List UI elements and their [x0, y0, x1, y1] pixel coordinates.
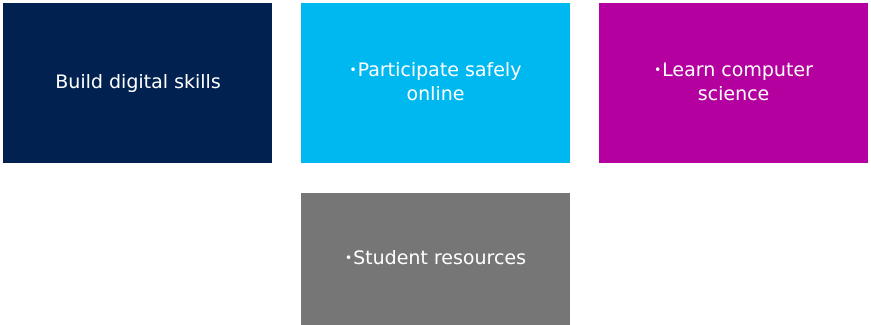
tile-label: •Participate safely online: [333, 59, 538, 107]
tile-text: Participate safely online: [357, 59, 522, 105]
tile-label: Build digital skills: [54, 71, 220, 95]
tile-text: Student resources: [353, 247, 526, 270]
bullet-icon: •: [349, 63, 357, 78]
tile-student-resources[interactable]: •Student resources: [301, 193, 570, 325]
bullet-icon: •: [345, 251, 353, 266]
tile-participate-safely-online[interactable]: •Participate safely online: [301, 3, 570, 163]
tile-text: Learn computer science: [662, 59, 813, 105]
tile-label: •Student resources: [345, 247, 526, 271]
bullet-icon: •: [654, 63, 662, 78]
tile-learn-computer-science[interactable]: •Learn computer science: [599, 3, 868, 163]
tile-label: •Learn computer science: [645, 59, 822, 107]
tile-build-digital-skills[interactable]: Build digital skills: [3, 3, 272, 163]
tile-text: Build digital skills: [55, 71, 221, 94]
